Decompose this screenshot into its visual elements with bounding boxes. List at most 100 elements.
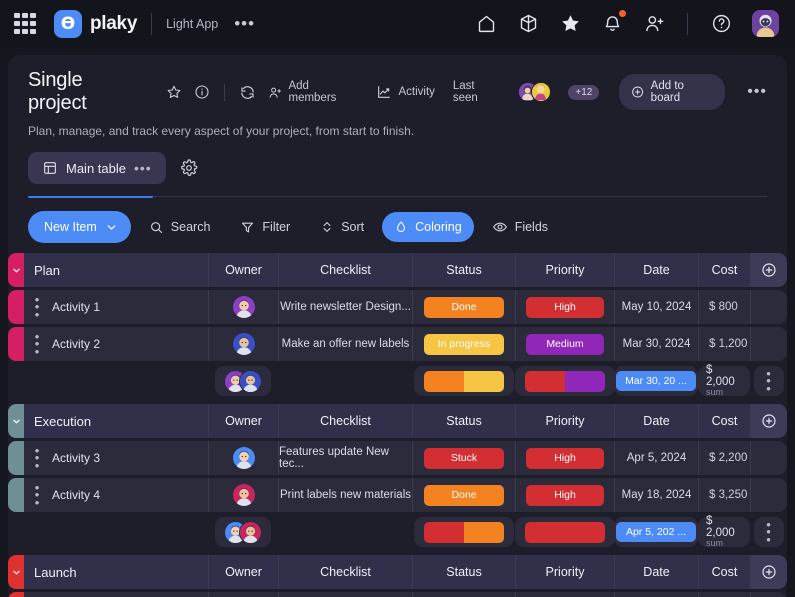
row-name-cell[interactable]: • • • Activity 2	[24, 327, 208, 361]
column-header-priority[interactable]: Priority	[515, 404, 614, 438]
date-cell[interactable]: Apr 5, 2024	[614, 441, 698, 475]
column-header-checklist[interactable]: Checklist	[278, 404, 412, 438]
table-row[interactable]: • • • Activity 4 Print labels new materials D…	[8, 478, 787, 512]
status-cell[interactable]: In progress	[412, 327, 515, 361]
owner-cell[interactable]	[208, 290, 278, 324]
coloring-button[interactable]: Coloring	[382, 212, 474, 242]
star-icon[interactable]	[559, 13, 581, 35]
table-row[interactable]: •••Activity 5 Campaign activities AdsStuc…	[8, 592, 787, 597]
column-header-status[interactable]: Status	[412, 253, 515, 287]
cost-cell[interactable]: $ 800	[698, 290, 750, 324]
info-icon[interactable]	[194, 84, 210, 100]
table-row[interactable]: • • • Activity 2 Make an offer new labels In …	[8, 327, 787, 361]
summary-date-cell[interactable]: Mar 30, 20 ...	[614, 364, 698, 398]
add-person-icon[interactable]	[643, 13, 665, 35]
date-cell[interactable]: May 10, 2024	[614, 290, 698, 324]
row-menu-icon[interactable]: • • •	[32, 330, 42, 358]
row-menu-icon[interactable]: • • •	[32, 293, 42, 321]
table-row[interactable]: • • • Activity 3 Features update New tec... S…	[8, 441, 787, 475]
column-header-owner[interactable]: Owner	[208, 404, 278, 438]
column-header-date[interactable]: Date	[614, 253, 698, 287]
star-outline-icon[interactable]	[166, 84, 182, 100]
column-header-cost[interactable]: Cost	[698, 404, 750, 438]
column-header-priority[interactable]: Priority	[515, 253, 614, 287]
owner-cell[interactable]	[208, 327, 278, 361]
package-icon[interactable]	[517, 13, 539, 35]
summary-status-cell[interactable]	[412, 515, 515, 549]
tab-more-button[interactable]: •••	[134, 161, 152, 175]
user-avatar[interactable]	[752, 10, 779, 37]
column-header-owner[interactable]: Owner	[208, 253, 278, 287]
checklist-cell[interactable]: Campaign activities Ads	[278, 592, 412, 597]
column-header-checklist[interactable]: Checklist	[278, 253, 412, 287]
brand-logo[interactable]: Ѳ plaky	[54, 9, 137, 38]
cost-cell[interactable]: $ 6,800	[698, 592, 750, 597]
add-to-board-button[interactable]: Add to board	[619, 74, 726, 110]
row-menu-icon[interactable]: • • •	[32, 444, 42, 472]
summary-menu-cell[interactable]: • • •	[750, 364, 787, 398]
workspace-name[interactable]: Light App	[166, 17, 218, 31]
cost-cell[interactable]: $ 3,250	[698, 478, 750, 512]
apps-grid-icon[interactable]	[14, 12, 36, 35]
group-collapse-toggle[interactable]	[8, 555, 24, 589]
column-header-checklist[interactable]: Checklist	[278, 555, 412, 589]
row-name-cell[interactable]: • • • Activity 3	[24, 441, 208, 475]
tab-main-table[interactable]: Main table •••	[28, 152, 166, 184]
table-row[interactable]: • • • Activity 1 Write newsletter Design... D…	[8, 290, 787, 324]
add-column-icon[interactable]	[750, 555, 787, 589]
bell-icon[interactable]	[601, 8, 627, 35]
priority-cell[interactable]: High	[515, 592, 614, 597]
owner-cell[interactable]	[208, 441, 278, 475]
checklist-cell[interactable]: Print labels new materials	[278, 478, 412, 512]
date-cell[interactable]: Mar 30, 2024	[614, 327, 698, 361]
summary-menu-icon[interactable]: • • •	[764, 518, 774, 546]
extra-members-badge[interactable]: +12	[568, 84, 600, 100]
add-column-icon[interactable]	[750, 404, 787, 438]
summary-priority-cell[interactable]	[514, 515, 615, 549]
summary-cost-cell[interactable]: $ 2,000 sum	[698, 515, 750, 549]
status-cell[interactable]: Done	[412, 478, 515, 512]
column-header-date[interactable]: Date	[614, 404, 698, 438]
board-more-button[interactable]: •••	[747, 84, 767, 100]
summary-status-cell[interactable]	[412, 364, 515, 398]
column-header-status[interactable]: Status	[412, 404, 515, 438]
activity-button[interactable]: Activity	[376, 84, 435, 100]
date-cell[interactable]: May 18, 2024	[614, 478, 698, 512]
add-column-icon[interactable]	[750, 253, 787, 287]
checklist-cell[interactable]: Write newsletter Design...	[278, 290, 412, 324]
summary-menu-cell[interactable]: • • •	[750, 515, 787, 549]
column-header-date[interactable]: Date	[614, 555, 698, 589]
summary-priority-cell[interactable]	[514, 364, 615, 398]
add-members-button[interactable]: Add members	[268, 80, 356, 104]
priority-cell[interactable]: Medium	[515, 327, 614, 361]
help-icon[interactable]	[710, 13, 732, 35]
status-cell[interactable]: Stuck	[412, 592, 515, 597]
priority-cell[interactable]: High	[515, 290, 614, 324]
topnav-more-button[interactable]: •••	[234, 15, 255, 32]
summary-menu-icon[interactable]: • • •	[764, 367, 774, 395]
summary-owner-cell[interactable]	[208, 364, 278, 398]
row-name-cell[interactable]: • • • Activity 1	[24, 290, 208, 324]
summary-cost-cell[interactable]: $ 2,000 sum	[698, 364, 750, 398]
gear-icon[interactable]	[180, 159, 198, 177]
column-header-status[interactable]: Status	[412, 555, 515, 589]
priority-cell[interactable]: High	[515, 478, 614, 512]
column-header-cost[interactable]: Cost	[698, 253, 750, 287]
new-item-button[interactable]: New Item	[28, 211, 131, 243]
cost-cell[interactable]: $ 2,200	[698, 441, 750, 475]
row-name-cell[interactable]: •••Activity 5	[24, 592, 208, 597]
column-header-priority[interactable]: Priority	[515, 555, 614, 589]
filter-button[interactable]: Filter	[228, 212, 302, 243]
date-cell[interactable]: Apr 4, 2024	[614, 592, 698, 597]
sort-button[interactable]: Sort	[308, 212, 376, 242]
refresh-icon[interactable]	[239, 84, 256, 101]
column-header-owner[interactable]: Owner	[208, 555, 278, 589]
checklist-cell[interactable]: Features update New tec...	[278, 441, 412, 475]
status-cell[interactable]: Done	[412, 290, 515, 324]
row-menu-icon[interactable]: • • •	[32, 481, 42, 509]
summary-owner-cell[interactable]	[208, 515, 278, 549]
group-collapse-toggle[interactable]	[8, 404, 24, 438]
group-collapse-toggle[interactable]	[8, 253, 24, 287]
summary-date-cell[interactable]: Apr 5, 202 ...	[614, 515, 698, 549]
home-icon[interactable]	[475, 13, 497, 35]
